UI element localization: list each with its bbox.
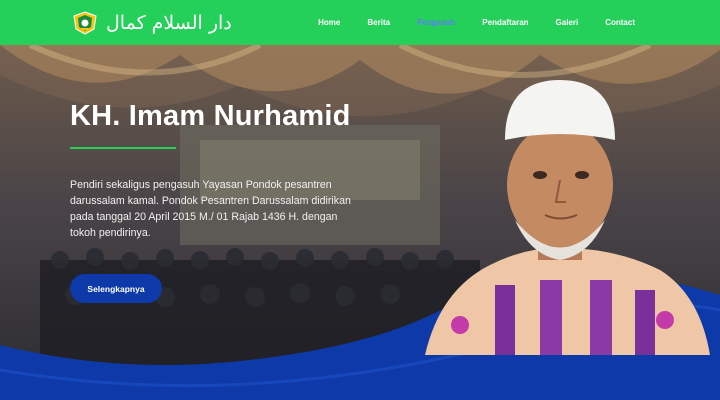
- pesantren-emblem-icon: [73, 10, 97, 35]
- nav-link-pengasuh[interactable]: Pengasuh: [417, 18, 455, 27]
- nav-link-pendaftaran[interactable]: Pendaftaran: [482, 18, 528, 27]
- hero-section: KH. Imam Nurhamid Pendiri sekaligus peng…: [0, 45, 720, 400]
- brand[interactable]: دار السلام كمال: [72, 10, 232, 35]
- title-underline: [70, 147, 176, 149]
- brand-calligraphy: دار السلام كمال: [106, 11, 232, 34]
- nav-link-contact[interactable]: Contact: [605, 18, 635, 27]
- selengkapnya-button[interactable]: Selengkapnya: [70, 274, 162, 303]
- navbar: دار السلام كمال Home Berita Pengasuh Pen…: [0, 0, 720, 45]
- nav-link-galeri[interactable]: Galeri: [556, 18, 579, 27]
- nav-link-home[interactable]: Home: [318, 18, 340, 27]
- hero-title: KH. Imam Nurhamid: [70, 100, 351, 132]
- nav-link-berita[interactable]: Berita: [367, 18, 390, 27]
- founder-portrait: [425, 80, 710, 355]
- hero-description: Pendiri sekaligus pengasuh Yayasan Pondo…: [70, 179, 351, 239]
- main-nav: Home Berita Pengasuh Pendaftaran Galeri …: [291, 0, 635, 45]
